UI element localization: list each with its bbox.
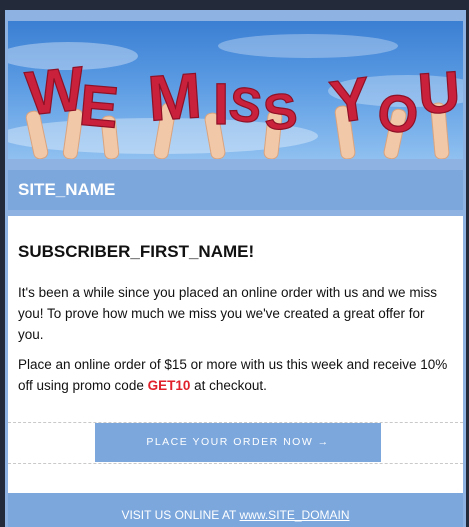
hero-letter-o: O xyxy=(375,84,421,146)
email-container: W E M I S S Y O U SITE_NAME SUBSCRIBER_F… xyxy=(5,10,466,527)
footer-prefix: VISIT US ONLINE AT xyxy=(121,508,240,522)
hero-letter-u: U xyxy=(416,59,462,127)
offer-text-after: at checkout. xyxy=(190,378,267,393)
email-body: SUBSCRIBER_FIRST_NAME! It's been a while… xyxy=(8,216,463,493)
intro-paragraph: It's been a while since you placed an on… xyxy=(18,285,438,342)
greeting-heading: SUBSCRIBER_FIRST_NAME! xyxy=(18,242,255,261)
hero-banner: W E M I S S Y O U xyxy=(8,21,463,159)
site-name: SITE_NAME xyxy=(18,180,116,199)
site-domain-link[interactable]: www.SITE_DOMAIN xyxy=(240,508,350,522)
hero-letter-m: M xyxy=(146,59,204,135)
hero-letter-e: E xyxy=(77,73,121,141)
hero-letter-s2: S xyxy=(261,82,300,141)
promo-code: GET10 xyxy=(147,378,191,393)
site-name-bar: SITE_NAME xyxy=(8,170,463,210)
offer-paragraph: Place an online order of $15 or more wit… xyxy=(18,354,450,396)
place-order-button[interactable]: PLACE YOUR ORDER NOW → xyxy=(95,423,381,462)
hero-image: W E M I S S Y O U xyxy=(8,34,463,159)
hero-letter-y: Y xyxy=(326,64,375,136)
footer-bar: VISIT US ONLINE AT www.SITE_DOMAIN xyxy=(8,493,463,527)
divider-bottom xyxy=(8,463,463,464)
